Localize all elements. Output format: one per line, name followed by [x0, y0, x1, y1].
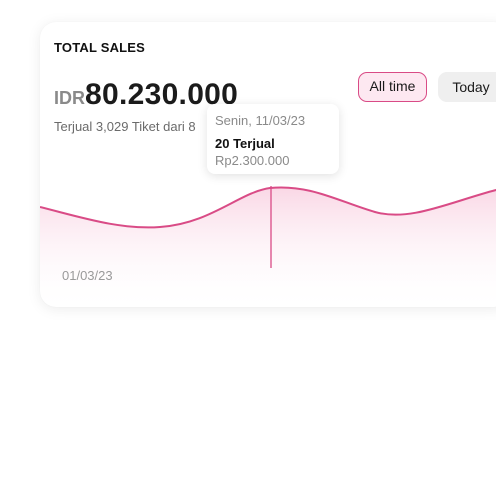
- filter-all-time-button[interactable]: All time: [358, 72, 427, 102]
- sales-line-chart: [40, 186, 496, 307]
- tooltip-revenue: Rp2.300.000: [215, 153, 290, 168]
- tooltip-tickets-sold: 20 Terjual: [215, 136, 275, 151]
- filter-today-button[interactable]: Today: [438, 72, 496, 102]
- chart-tooltip: Senin, 11/03/23 20 Terjual Rp2.300.000: [207, 104, 339, 174]
- tickets-sold-summary: Terjual 3,029 Tiket dari 8: [54, 119, 196, 134]
- currency-label: IDR: [54, 88, 85, 108]
- tooltip-date: Senin, 11/03/23: [215, 113, 306, 128]
- card-title: TOTAL SALES: [54, 40, 146, 55]
- chart-area-fill: [40, 187, 496, 307]
- x-axis-start-label: 01/03/23: [62, 268, 113, 283]
- total-sales-card: TOTAL SALES IDR80.230.000 Terjual 3,029 …: [40, 22, 496, 307]
